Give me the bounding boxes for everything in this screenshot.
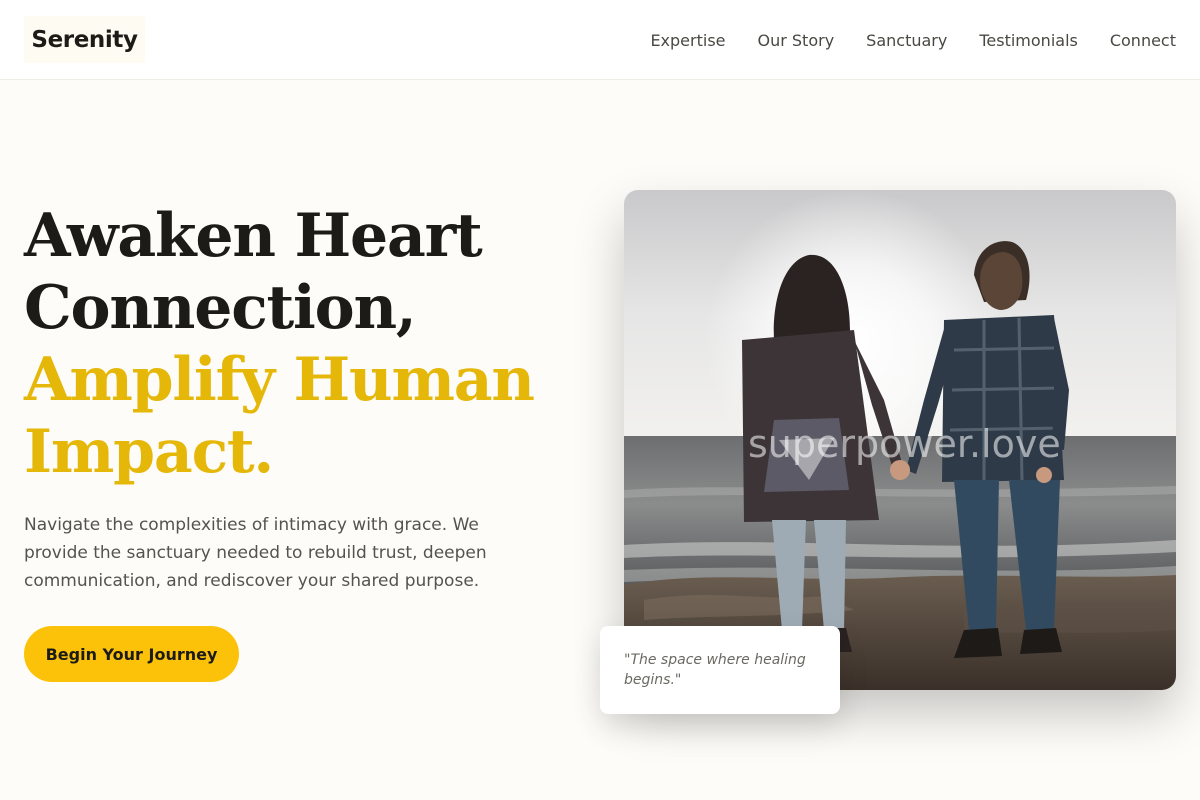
main-nav: Expertise Our Story Sanctuary Testimonia… bbox=[650, 28, 1176, 52]
quote-text: "The space where healing begins." bbox=[624, 652, 806, 688]
hero-title-line-2: Connection, bbox=[24, 273, 417, 343]
photo-watermark: superpower.love bbox=[748, 422, 1061, 466]
hero-description: Navigate the complexities of intimacy wi… bbox=[24, 515, 487, 591]
hero-title: Awaken Heart Connection, Amplify Human I… bbox=[24, 200, 604, 488]
quote-card: "The space where healing begins." bbox=[600, 626, 840, 714]
begin-journey-button[interactable]: Begin Your Journey bbox=[24, 626, 239, 682]
nav-item-testimonials[interactable]: Testimonials bbox=[979, 31, 1078, 50]
nav-item-expertise[interactable]: Expertise bbox=[650, 31, 725, 50]
nav-item-connect[interactable]: Connect bbox=[1110, 31, 1176, 50]
nav-item-sanctuary[interactable]: Sanctuary bbox=[866, 31, 947, 50]
hero-photo: superpower.love bbox=[624, 190, 1176, 690]
site-header: Serenity Expertise Our Story Sanctuary T… bbox=[0, 0, 1200, 80]
hero-title-line-1: Awaken Heart bbox=[24, 201, 483, 271]
hero-title-line-3: Amplify Human bbox=[24, 345, 535, 415]
hero-title-line-4: Impact. bbox=[24, 417, 274, 487]
brand-logo[interactable]: Serenity bbox=[24, 16, 145, 63]
nav-item-our-story[interactable]: Our Story bbox=[758, 31, 835, 50]
